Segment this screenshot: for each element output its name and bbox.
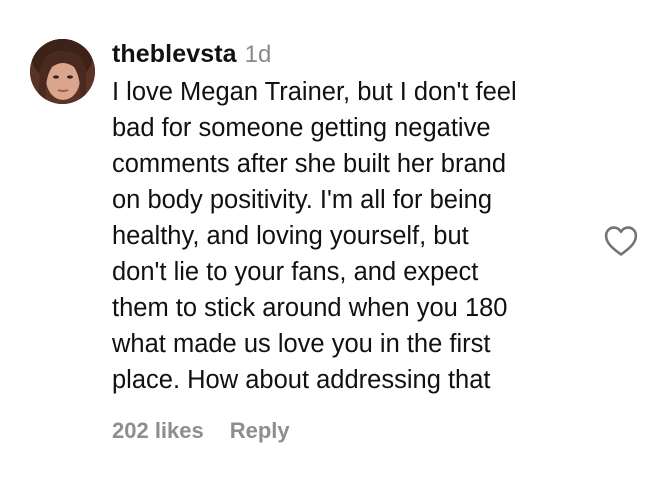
- like-button[interactable]: [604, 225, 638, 257]
- username[interactable]: theblevsta: [112, 40, 237, 69]
- comment-text-line: comments after she built her brand: [112, 150, 507, 178]
- comment-text-line: place. How about addressing that: [112, 366, 491, 394]
- comment-text-line: I love Megan Trainer, but I don't feel: [112, 78, 517, 106]
- comment-text: I love Megan Trainer, but I don't feel b…: [112, 74, 592, 398]
- comment-item: theblevsta 1d I love Megan Trainer, but …: [0, 0, 662, 484]
- heart-outline-icon: [604, 226, 638, 256]
- comment-text-line: bad for someone getting negative: [112, 114, 491, 142]
- comment-header: theblevsta 1d: [112, 40, 592, 74]
- reply-button[interactable]: Reply: [230, 418, 290, 444]
- comment-body: theblevsta 1d I love Megan Trainer, but …: [112, 40, 592, 398]
- comment-actions: 202 likes Reply: [112, 418, 290, 444]
- likes-count[interactable]: 202 likes: [112, 418, 204, 444]
- comment-text-line: what made us love you in the first: [112, 330, 491, 358]
- avatar[interactable]: [30, 39, 95, 104]
- timestamp: 1d: [244, 41, 272, 68]
- comment-text-line: don't lie to your fans, and expect: [112, 258, 479, 286]
- avatar-image: [30, 39, 95, 104]
- comment-text-line: healthy, and loving yourself, but: [112, 222, 469, 250]
- comment-text-line: them to stick around when you 180: [112, 294, 508, 322]
- comment-text-line: on body positivity. I'm all for being: [112, 186, 492, 214]
